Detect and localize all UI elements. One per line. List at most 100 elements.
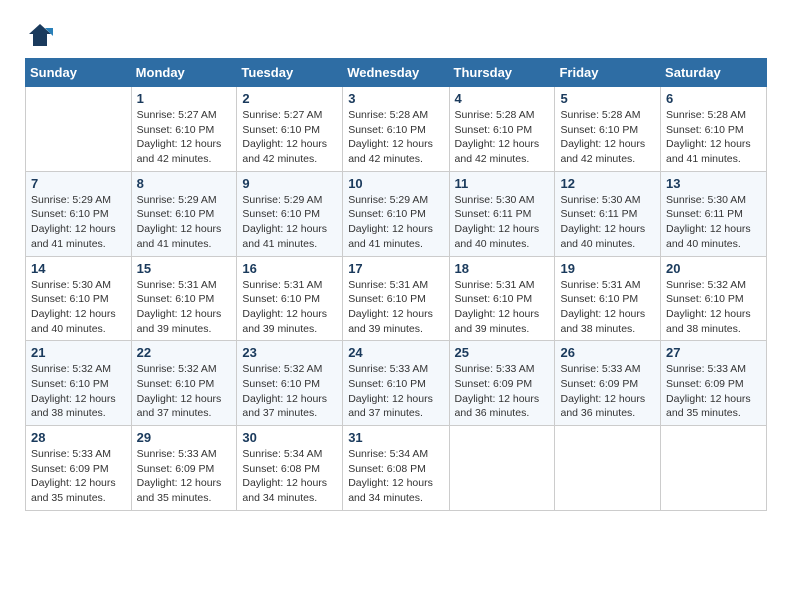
day-info: Sunrise: 5:31 AMSunset: 6:10 PMDaylight:… bbox=[560, 278, 655, 337]
calendar-cell: 28 Sunrise: 5:33 AMSunset: 6:09 PMDayligh… bbox=[26, 426, 132, 511]
calendar-cell: 21 Sunrise: 5:32 AMSunset: 6:10 PMDayligh… bbox=[26, 341, 132, 426]
day-number: 4 bbox=[455, 91, 550, 106]
day-info: Sunrise: 5:33 AMSunset: 6:09 PMDaylight:… bbox=[455, 362, 550, 421]
day-number: 9 bbox=[242, 176, 337, 191]
day-info: Sunrise: 5:29 AMSunset: 6:10 PMDaylight:… bbox=[137, 193, 232, 252]
calendar-cell: 19 Sunrise: 5:31 AMSunset: 6:10 PMDayligh… bbox=[555, 256, 661, 341]
calendar-cell: 6Sunrise: 5:28 AMSunset: 6:10 PMDaylight… bbox=[661, 87, 767, 172]
day-number: 20 bbox=[666, 261, 761, 276]
calendar-cell: 14 Sunrise: 5:30 AMSunset: 6:10 PMDayligh… bbox=[26, 256, 132, 341]
calendar-week-row: 7 Sunrise: 5:29 AMSunset: 6:10 PMDaylight… bbox=[26, 171, 767, 256]
calendar-cell: 30 Sunrise: 5:34 AMSunset: 6:08 PMDayligh… bbox=[237, 426, 343, 511]
day-number: 22 bbox=[137, 345, 232, 360]
calendar-week-row: 1 Sunrise: 5:27 AMSunset: 6:10 PMDaylight… bbox=[26, 87, 767, 172]
calendar-cell: 12 Sunrise: 5:30 AMSunset: 6:11 PMDayligh… bbox=[555, 171, 661, 256]
day-number: 18 bbox=[455, 261, 550, 276]
day-number: 1 bbox=[137, 91, 232, 106]
calendar-day-header: Sunday bbox=[26, 59, 132, 87]
day-number: 17 bbox=[348, 261, 443, 276]
calendar-week-row: 28 Sunrise: 5:33 AMSunset: 6:09 PMDayligh… bbox=[26, 426, 767, 511]
day-info: Sunrise: 5:27 AMSunset: 6:10 PMDaylight:… bbox=[242, 108, 337, 167]
day-number: 29 bbox=[137, 430, 232, 445]
day-info: Sunrise: 5:34 AMSunset: 6:08 PMDaylight:… bbox=[242, 447, 337, 506]
day-info: Sunrise: 5:32 AMSunset: 6:10 PMDaylight:… bbox=[666, 278, 761, 337]
day-info: Sunrise: 5:32 AMSunset: 6:10 PMDaylight:… bbox=[137, 362, 232, 421]
day-number: 16 bbox=[242, 261, 337, 276]
calendar-week-row: 14 Sunrise: 5:30 AMSunset: 6:10 PMDayligh… bbox=[26, 256, 767, 341]
day-number: 25 bbox=[455, 345, 550, 360]
calendar-cell: 16 Sunrise: 5:31 AMSunset: 6:10 PMDayligh… bbox=[237, 256, 343, 341]
calendar-cell: 24 Sunrise: 5:33 AMSunset: 6:10 PMDayligh… bbox=[343, 341, 449, 426]
calendar-cell: 20 Sunrise: 5:32 AMSunset: 6:10 PMDayligh… bbox=[661, 256, 767, 341]
day-number: 15 bbox=[137, 261, 232, 276]
day-info: Sunrise: 5:29 AMSunset: 6:10 PMDaylight:… bbox=[242, 193, 337, 252]
calendar-cell: 10 Sunrise: 5:29 AMSunset: 6:10 PMDayligh… bbox=[343, 171, 449, 256]
day-number: 7 bbox=[31, 176, 126, 191]
day-number: 8 bbox=[137, 176, 232, 191]
day-number: 28 bbox=[31, 430, 126, 445]
calendar-cell bbox=[555, 426, 661, 511]
calendar-cell: 17 Sunrise: 5:31 AMSunset: 6:10 PMDayligh… bbox=[343, 256, 449, 341]
calendar-cell: 22 Sunrise: 5:32 AMSunset: 6:10 PMDayligh… bbox=[131, 341, 237, 426]
calendar-cell bbox=[661, 426, 767, 511]
calendar-cell: 2 Sunrise: 5:27 AMSunset: 6:10 PMDaylight… bbox=[237, 87, 343, 172]
calendar-cell: 18 Sunrise: 5:31 AMSunset: 6:10 PMDayligh… bbox=[449, 256, 555, 341]
calendar-cell: 9 Sunrise: 5:29 AMSunset: 6:10 PMDaylight… bbox=[237, 171, 343, 256]
calendar-cell: 7 Sunrise: 5:29 AMSunset: 6:10 PMDaylight… bbox=[26, 171, 132, 256]
day-info: Sunrise: 5:30 AMSunset: 6:10 PMDaylight:… bbox=[31, 278, 126, 337]
day-number: 12 bbox=[560, 176, 655, 191]
day-info: Sunrise: 5:29 AMSunset: 6:10 PMDaylight:… bbox=[348, 193, 443, 252]
day-info: Sunrise: 5:32 AMSunset: 6:10 PMDaylight:… bbox=[31, 362, 126, 421]
calendar-body: 1 Sunrise: 5:27 AMSunset: 6:10 PMDaylight… bbox=[26, 87, 767, 511]
day-info: Sunrise: 5:33 AMSunset: 6:09 PMDaylight:… bbox=[666, 362, 761, 421]
day-info: Sunrise: 5:28 AMSunset: 6:10 PMDaylight:… bbox=[560, 108, 655, 167]
day-info: Sunrise: 5:31 AMSunset: 6:10 PMDaylight:… bbox=[242, 278, 337, 337]
day-number: 26 bbox=[560, 345, 655, 360]
logo bbox=[25, 20, 59, 50]
page-header bbox=[25, 20, 767, 50]
calendar-cell: 1 Sunrise: 5:27 AMSunset: 6:10 PMDaylight… bbox=[131, 87, 237, 172]
calendar-cell: 29Sunrise: 5:33 AMSunset: 6:09 PMDayligh… bbox=[131, 426, 237, 511]
day-info: Sunrise: 5:33 AMSunset: 6:09 PMDaylight:… bbox=[31, 447, 126, 506]
calendar-cell bbox=[449, 426, 555, 511]
day-info: Sunrise: 5:31 AMSunset: 6:10 PMDaylight:… bbox=[348, 278, 443, 337]
calendar-cell: 11 Sunrise: 5:30 AMSunset: 6:11 PMDayligh… bbox=[449, 171, 555, 256]
day-number: 27 bbox=[666, 345, 761, 360]
day-number: 5 bbox=[560, 91, 655, 106]
day-info: Sunrise: 5:29 AMSunset: 6:10 PMDaylight:… bbox=[31, 193, 126, 252]
calendar-cell: 3Sunrise: 5:28 AMSunset: 6:10 PMDaylight… bbox=[343, 87, 449, 172]
calendar-cell: 8 Sunrise: 5:29 AMSunset: 6:10 PMDaylight… bbox=[131, 171, 237, 256]
day-number: 2 bbox=[242, 91, 337, 106]
calendar-cell: 26 Sunrise: 5:33 AMSunset: 6:09 PMDayligh… bbox=[555, 341, 661, 426]
day-info: Sunrise: 5:30 AMSunset: 6:11 PMDaylight:… bbox=[666, 193, 761, 252]
day-info: Sunrise: 5:30 AMSunset: 6:11 PMDaylight:… bbox=[455, 193, 550, 252]
calendar-day-header: Thursday bbox=[449, 59, 555, 87]
day-info: Sunrise: 5:33 AMSunset: 6:10 PMDaylight:… bbox=[348, 362, 443, 421]
calendar-cell: 4 Sunrise: 5:28 AMSunset: 6:10 PMDaylight… bbox=[449, 87, 555, 172]
calendar-table: SundayMondayTuesdayWednesdayThursdayFrid… bbox=[25, 58, 767, 511]
day-number: 30 bbox=[242, 430, 337, 445]
calendar-cell: 31Sunrise: 5:34 AMSunset: 6:08 PMDayligh… bbox=[343, 426, 449, 511]
day-info: Sunrise: 5:33 AMSunset: 6:09 PMDaylight:… bbox=[560, 362, 655, 421]
day-number: 11 bbox=[455, 176, 550, 191]
day-number: 10 bbox=[348, 176, 443, 191]
day-number: 21 bbox=[31, 345, 126, 360]
day-info: Sunrise: 5:31 AMSunset: 6:10 PMDaylight:… bbox=[455, 278, 550, 337]
day-number: 13 bbox=[666, 176, 761, 191]
day-number: 6 bbox=[666, 91, 761, 106]
day-info: Sunrise: 5:27 AMSunset: 6:10 PMDaylight:… bbox=[137, 108, 232, 167]
logo-icon bbox=[25, 20, 55, 50]
calendar-header: SundayMondayTuesdayWednesdayThursdayFrid… bbox=[26, 59, 767, 87]
calendar-day-header: Friday bbox=[555, 59, 661, 87]
day-number: 19 bbox=[560, 261, 655, 276]
calendar-day-header: Saturday bbox=[661, 59, 767, 87]
calendar-week-row: 21 Sunrise: 5:32 AMSunset: 6:10 PMDayligh… bbox=[26, 341, 767, 426]
day-info: Sunrise: 5:30 AMSunset: 6:11 PMDaylight:… bbox=[560, 193, 655, 252]
calendar-cell: 23Sunrise: 5:32 AMSunset: 6:10 PMDayligh… bbox=[237, 341, 343, 426]
day-number: 14 bbox=[31, 261, 126, 276]
day-info: Sunrise: 5:32 AMSunset: 6:10 PMDaylight:… bbox=[242, 362, 337, 421]
calendar-cell: 5 Sunrise: 5:28 AMSunset: 6:10 PMDaylight… bbox=[555, 87, 661, 172]
day-number: 24 bbox=[348, 345, 443, 360]
day-info: Sunrise: 5:28 AMSunset: 6:10 PMDaylight:… bbox=[455, 108, 550, 167]
calendar-cell: 25 Sunrise: 5:33 AMSunset: 6:09 PMDayligh… bbox=[449, 341, 555, 426]
